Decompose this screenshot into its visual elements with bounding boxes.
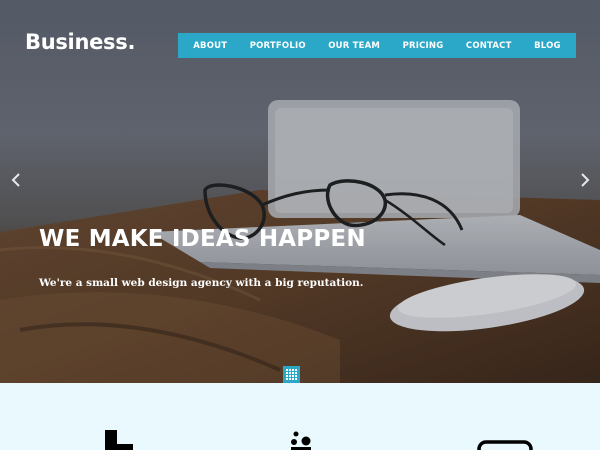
chevron-left-icon [11, 173, 20, 187]
nav-item-about[interactable]: ABOUT [193, 41, 227, 51]
chevron-right-icon [581, 173, 590, 187]
features-section [0, 383, 600, 450]
hero-headline: WE MAKE IDEAS HAPPEN [39, 226, 366, 252]
hero-tagline: We're a small web design agency with a b… [39, 277, 364, 289]
main-nav: ABOUT PORTFOLIO OUR TEAM PRICING CONTACT… [178, 33, 576, 58]
nav-item-contact[interactable]: CONTACT [466, 41, 512, 51]
grid-icon [286, 369, 297, 380]
slider-next-button[interactable] [577, 170, 593, 190]
brand-logo[interactable]: Business. [25, 30, 135, 54]
nav-item-blog[interactable]: BLOG [534, 41, 561, 51]
chess-piece-icon [105, 430, 133, 450]
device-icon [477, 440, 533, 450]
nav-item-our-team[interactable]: OUR TEAM [328, 41, 380, 51]
slider-grid-toggle[interactable] [283, 366, 300, 383]
palette-icon [291, 431, 311, 450]
slider-prev-button[interactable] [8, 170, 24, 190]
nav-item-pricing[interactable]: PRICING [403, 41, 444, 51]
nav-item-portfolio[interactable]: PORTFOLIO [250, 41, 306, 51]
